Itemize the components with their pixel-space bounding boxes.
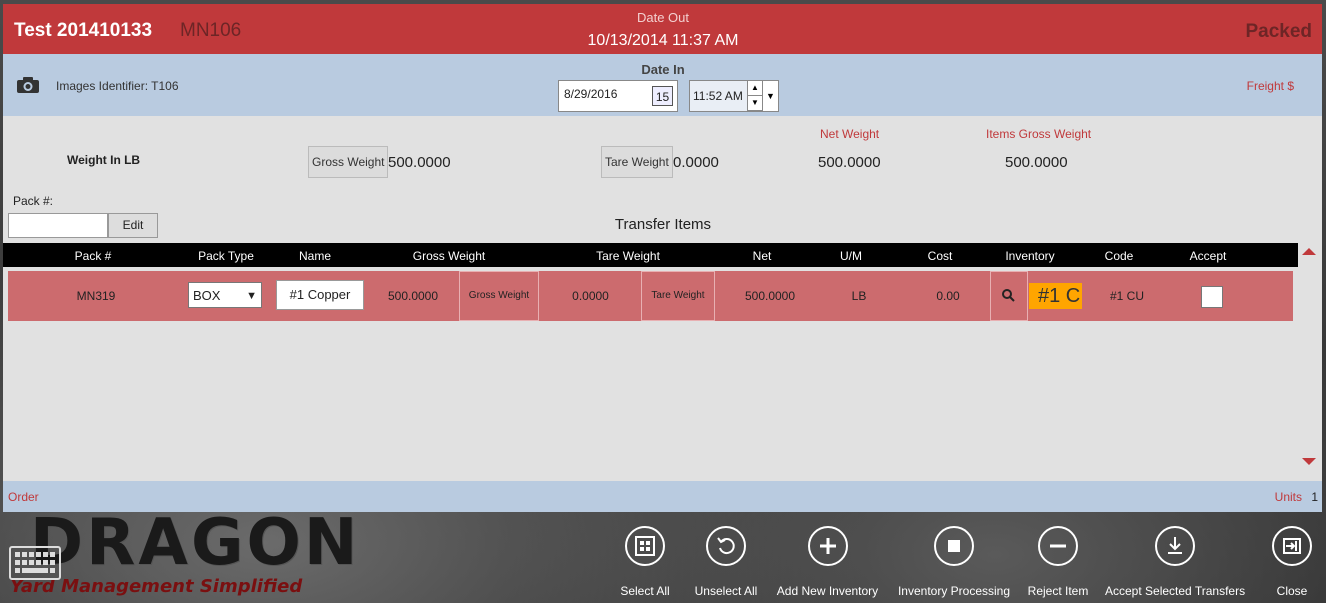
cell-net: 500.0000 xyxy=(744,289,796,303)
date-in-label: Date In xyxy=(641,62,685,77)
net-weight-value: 500.0000 xyxy=(818,154,881,171)
gross-weight-button[interactable]: Gross Weight xyxy=(308,146,389,178)
select-all-label: Select All xyxy=(620,584,670,598)
minus-icon xyxy=(1038,526,1078,566)
pack-number-input[interactable] xyxy=(8,213,108,238)
info-bar: Images Identifier: T106 Date In 8/29/201… xyxy=(3,54,1322,116)
row-gross-weight-button[interactable]: Gross Weight xyxy=(459,271,539,321)
col-um: U/M xyxy=(840,249,862,263)
cell-um: LB xyxy=(851,289,867,303)
search-icon xyxy=(1002,289,1015,302)
stop-icon xyxy=(934,526,974,566)
time-spinner[interactable]: ▲ ▼ xyxy=(747,81,762,111)
item-name-button[interactable]: #1 Copper xyxy=(276,280,364,310)
spin-down-icon[interactable]: ▼ xyxy=(748,96,762,111)
cell-gross: 500.0000 xyxy=(387,289,439,303)
close-button[interactable]: Close xyxy=(1262,526,1322,598)
download-icon xyxy=(1155,526,1195,566)
keyboard-icon[interactable] xyxy=(9,546,61,580)
ticket-title: Test 201410133 xyxy=(14,20,153,41)
reject-item-button[interactable]: Reject Item xyxy=(1020,526,1096,598)
table-header: Pack # Pack Type Name Gross Weight Tare … xyxy=(3,243,1298,267)
add-new-inventory-button[interactable]: Add New Inventory xyxy=(775,526,880,598)
accept-checkbox[interactable] xyxy=(1201,286,1223,308)
net-weight-label: Net Weight xyxy=(820,127,880,141)
cell-code: #1 CU xyxy=(1109,289,1144,303)
unselect-all-label: Unselect All xyxy=(694,584,758,598)
cell-pack: MN319 xyxy=(76,289,116,303)
plus-icon xyxy=(807,526,848,566)
col-pack-type: Pack Type xyxy=(198,249,254,263)
items-gross-weight-label: Items Gross Weight xyxy=(986,127,1092,141)
accept-selected-transfers-label: Accept Selected Transfers xyxy=(1105,584,1246,598)
undo-icon xyxy=(706,526,746,566)
select-all-button[interactable]: Select All xyxy=(605,526,685,598)
table-row[interactable]: MN319 BOX ▼ #1 Copper 500.0000 Gross Wei… xyxy=(8,271,1293,321)
brand-logo: DRAGON xyxy=(30,506,361,580)
ticket-subtitle: MN106 xyxy=(180,20,242,41)
select-all-icon xyxy=(625,526,665,566)
gross-weight-value: 500.0000 xyxy=(388,154,451,171)
calendar-day: 15 xyxy=(655,90,670,104)
time-in-field[interactable]: 11:52 AM ▲ ▼ ▼ xyxy=(689,80,779,112)
col-name: Name xyxy=(298,249,331,263)
pack-type-select[interactable]: BOX ▼ xyxy=(188,282,262,308)
chevron-down-icon[interactable]: ▼ xyxy=(762,81,778,111)
date-in-value: 8/29/2016 xyxy=(564,87,618,101)
cell-tare: 0.0000 xyxy=(572,289,609,303)
scroll-up-icon[interactable] xyxy=(1302,248,1316,255)
exit-icon xyxy=(1272,526,1312,566)
col-accept: Accept xyxy=(1189,249,1227,263)
reject-item-label: Reject Item xyxy=(1027,584,1089,598)
images-identifier: Images Identifier: T106 xyxy=(56,79,179,93)
col-inventory: Inventory xyxy=(1005,249,1055,263)
time-in-value: 11:52 AM xyxy=(693,89,743,103)
units-label: Units xyxy=(1274,490,1302,504)
col-gross-weight: Gross Weight xyxy=(412,249,486,263)
items-gross-weight-value: 500.0000 xyxy=(1005,154,1068,171)
freight-label[interactable]: Freight $ xyxy=(1247,79,1294,93)
status-text: Packed xyxy=(1245,21,1312,42)
weight-unit-label: Weight In LB xyxy=(67,153,141,167)
calendar-icon[interactable]: 15 xyxy=(652,86,673,106)
transfer-window: Test 201410133 MN106 Date Out 10/13/2014… xyxy=(3,4,1322,512)
accept-selected-transfers-button[interactable]: Accept Selected Transfers xyxy=(1105,526,1245,598)
header-bar: Test 201410133 MN106 Date Out 10/13/2014… xyxy=(3,4,1322,54)
col-cost: Cost xyxy=(927,249,953,263)
date-out-label: Date Out xyxy=(636,10,690,25)
chevron-down-icon: ▼ xyxy=(246,290,257,302)
row-tare-weight-button[interactable]: Tare Weight xyxy=(641,271,715,321)
date-out-value: 10/13/2014 11:37 AM xyxy=(587,32,739,49)
unselect-all-button[interactable]: Unselect All xyxy=(686,526,766,598)
pack-type-value: BOX xyxy=(193,288,221,303)
col-code: Code xyxy=(1104,249,1134,263)
tare-weight-button[interactable]: Tare Weight xyxy=(601,146,673,178)
date-in-field[interactable]: 8/29/2016 15 xyxy=(558,80,678,112)
inventory-processing-label: Inventory Processing xyxy=(897,584,1011,598)
close-label: Close xyxy=(1276,584,1308,598)
tare-weight-value: 0.0000 xyxy=(673,154,719,171)
transfer-items-title: Transfer Items xyxy=(614,216,712,233)
order-label: Order xyxy=(8,490,39,504)
col-pack: Pack # xyxy=(74,249,112,263)
spin-up-icon[interactable]: ▲ xyxy=(748,81,762,96)
col-net: Net xyxy=(752,249,772,263)
edit-button[interactable]: Edit xyxy=(108,213,158,238)
pack-number-label: Pack #: xyxy=(13,194,54,208)
inventory-search-button[interactable] xyxy=(990,271,1028,321)
cell-cost: 0.00 xyxy=(936,289,960,303)
inventory-processing-button[interactable]: Inventory Processing xyxy=(895,526,1013,598)
camera-icon[interactable] xyxy=(16,76,40,94)
inventory-tag: #1 C xyxy=(1029,283,1082,309)
scroll-down-icon[interactable] xyxy=(1302,458,1316,465)
col-tare-weight: Tare Weight xyxy=(596,249,660,263)
units-value: 1 xyxy=(1311,490,1318,504)
add-new-inventory-label: Add New Inventory xyxy=(776,584,879,598)
